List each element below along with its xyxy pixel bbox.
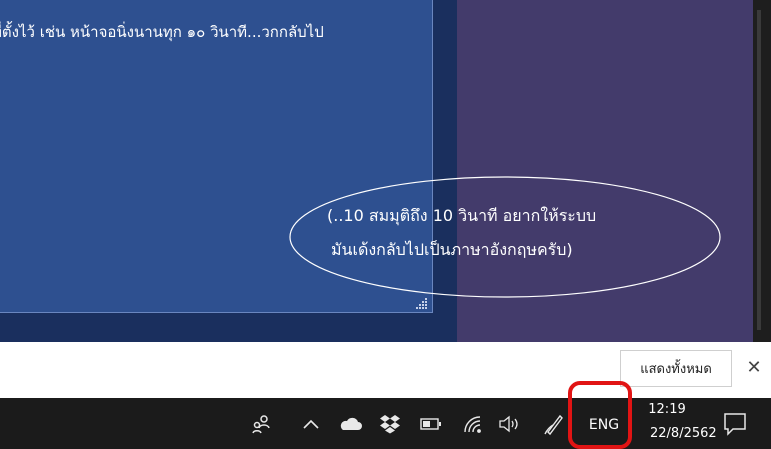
language-highlight-box xyxy=(568,381,632,449)
show-all-button[interactable]: แสดงทั้งหมด xyxy=(620,350,732,387)
chevron-up-icon[interactable] xyxy=(299,412,323,436)
close-notification-icon[interactable]: ✕ xyxy=(745,358,763,378)
battery-icon[interactable] xyxy=(419,412,443,436)
pen-workspace-icon[interactable] xyxy=(542,412,566,436)
panel-text: ที่ตั้งไว้ เช่น หน้าจอนิ่งนานทุก ๑๐ วินา… xyxy=(0,23,324,41)
volume-icon[interactable] xyxy=(498,412,522,436)
dropbox-icon[interactable] xyxy=(378,412,402,436)
onedrive-cloud-icon[interactable] xyxy=(338,412,362,436)
annotation-ellipse xyxy=(289,176,721,298)
scrollbar-track xyxy=(757,10,761,330)
clock-date[interactable]: 22/8/2562 xyxy=(650,426,717,441)
annotation-text-line2: มันเด้งกลับไปเป็นภาษาอังกฤษครับ) xyxy=(331,240,573,259)
annotation-text-line1: (..10 สมมุติถึง 10 วินาที อยากให้ระบบ xyxy=(327,206,597,225)
wifi-icon[interactable] xyxy=(460,412,484,436)
people-icon[interactable] xyxy=(250,412,274,436)
scrollbar[interactable] xyxy=(753,0,771,342)
clock-time[interactable]: 12:19 xyxy=(642,402,692,417)
action-center-icon[interactable] xyxy=(722,410,748,438)
